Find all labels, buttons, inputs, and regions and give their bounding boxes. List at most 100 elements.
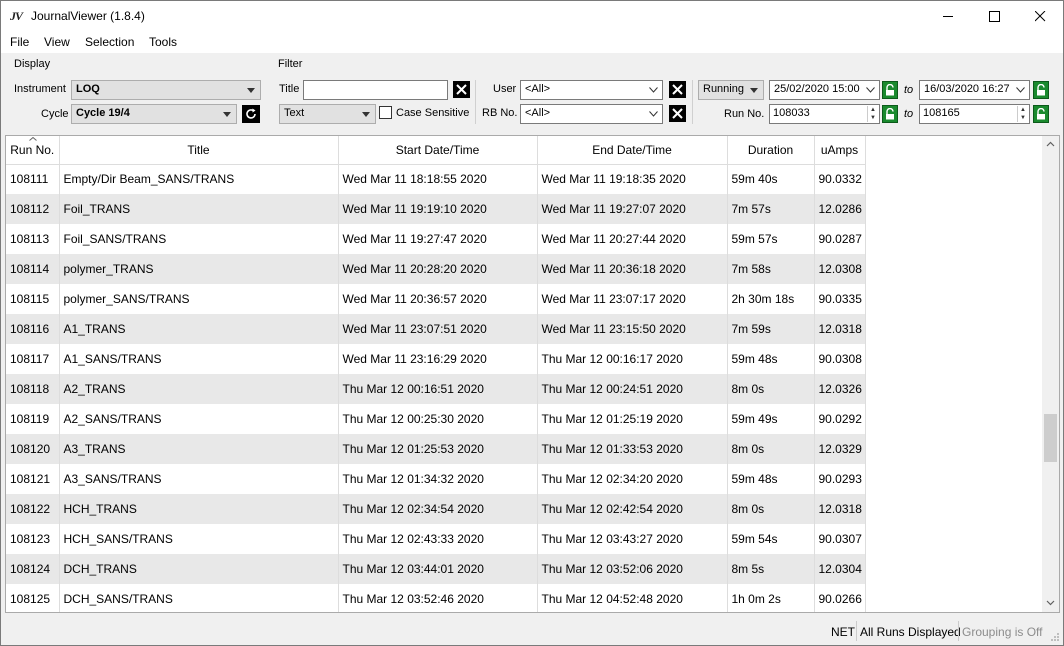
unlock-icon <box>1037 108 1045 120</box>
run-to-spinner[interactable]: ▲ ▼ <box>1017 106 1028 122</box>
clear-title-button[interactable] <box>453 81 470 98</box>
cell-uamps: 90.0308 <box>814 344 866 374</box>
cell-title: HCH_SANS/TRANS <box>59 524 339 554</box>
resize-grip-icon[interactable] <box>1050 632 1060 642</box>
menu-view[interactable]: View <box>44 35 70 49</box>
table-row[interactable]: 108120 A3_TRANS Thu Mar 12 01:25:53 2020 Th… <box>6 434 866 464</box>
menu-selection[interactable]: Selection <box>85 35 134 49</box>
user-label: User <box>493 83 517 95</box>
column-header-end[interactable]: End Date/Time <box>537 136 728 165</box>
cycle-value: Cycle 19/4 <box>76 107 130 119</box>
table-row[interactable]: 108117 A1_SANS/TRANS Wed Mar 11 23:16:29 2… <box>6 344 866 374</box>
cell-run-no: 108113 <box>6 224 60 254</box>
menu-tools[interactable]: Tools <box>149 35 177 49</box>
table-row[interactable]: 108125 DCH_SANS/TRANS Thu Mar 12 03:52:46 … <box>6 584 866 612</box>
run-from-input[interactable]: 108033 ▲ ▼ <box>769 104 880 124</box>
maximize-button[interactable] <box>971 1 1017 31</box>
cell-uamps: 90.0266 <box>814 584 866 612</box>
table-row[interactable]: 108121 A3_SANS/TRANS Thu Mar 12 01:34:32 2… <box>6 464 866 494</box>
cell-run-no: 108121 <box>6 464 60 494</box>
table-row[interactable]: 108118 A2_TRANS Thu Mar 12 00:16:51 2020 Th… <box>6 374 866 404</box>
cycle-select[interactable]: Cycle 19/4 <box>71 104 237 124</box>
scroll-up-icon[interactable] <box>1046 140 1055 149</box>
lock-run-to-button[interactable] <box>1033 105 1049 123</box>
instrument-value: LOQ <box>76 83 100 95</box>
lock-run-from-button[interactable] <box>882 105 898 123</box>
user-select[interactable]: <All> <box>520 80 663 100</box>
date-from-picker[interactable]: 25/02/2020 15:00 <box>769 80 880 100</box>
table-row[interactable]: 108116 A1_TRANS Wed Mar 11 23:07:51 2020 We… <box>6 314 866 344</box>
cell-start: Thu Mar 12 03:52:46 2020 <box>338 584 538 612</box>
main-window: JV JournalViewer (1.8.4) File View Selec… <box>0 0 1064 646</box>
table-row[interactable]: 108114 polymer_TRANS Wed Mar 11 20:28:20 2… <box>6 254 866 284</box>
run-state-value: Running <box>703 83 744 95</box>
status-separator <box>856 621 857 641</box>
title-filter-input[interactable] <box>303 80 448 100</box>
table-row[interactable]: 108115 polymer_SANS/TRANS Wed Mar 11 20:36… <box>6 284 866 314</box>
column-header-label: Run No. <box>10 142 55 157</box>
display-group-label: Display <box>14 58 51 70</box>
cell-start: Thu Mar 12 03:44:01 2020 <box>338 554 538 584</box>
cell-start: Thu Mar 12 02:34:54 2020 <box>338 494 538 524</box>
cell-end: Wed Mar 11 19:27:07 2020 <box>537 194 728 224</box>
cell-uamps: 12.0326 <box>814 374 866 404</box>
vertical-scrollbar[interactable] <box>1042 136 1059 612</box>
table-row[interactable]: 108119 A2_SANS/TRANS Thu Mar 12 00:25:30 2… <box>6 404 866 434</box>
chevron-down-icon <box>1016 87 1025 93</box>
table-row[interactable]: 108123 HCH_SANS/TRANS Thu Mar 12 02:43:33 … <box>6 524 866 554</box>
date-to-picker[interactable]: 16/03/2020 16:27 <box>919 80 1030 100</box>
table-row[interactable]: 108124 DCH_TRANS Thu Mar 12 03:44:01 2020 T… <box>6 554 866 584</box>
column-header-title[interactable]: Title <box>59 136 339 165</box>
cell-run-no: 108116 <box>6 314 60 344</box>
clear-user-button[interactable] <box>669 81 686 98</box>
unlock-icon <box>886 84 894 96</box>
separator <box>475 80 476 124</box>
sort-ascending-icon <box>29 137 37 141</box>
refresh-button[interactable] <box>242 105 260 123</box>
close-button[interactable] <box>1017 1 1063 31</box>
scroll-down-icon[interactable] <box>1046 598 1055 607</box>
run-from-spinner[interactable]: ▲ ▼ <box>867 106 878 122</box>
table-row[interactable]: 108122 HCH_TRANS Thu Mar 12 02:34:54 2020 T… <box>6 494 866 524</box>
cell-title: DCH_SANS/TRANS <box>59 584 339 612</box>
cell-run-no: 108123 <box>6 524 60 554</box>
column-header-uamps[interactable]: uAmps <box>814 136 866 165</box>
cell-end: Thu Mar 12 00:24:51 2020 <box>537 374 728 404</box>
instrument-select[interactable]: LOQ <box>71 80 261 100</box>
lock-date-from-button[interactable] <box>882 81 898 99</box>
runs-table: Run No. Title Start Date/Time End Date/T… <box>6 136 866 612</box>
cell-uamps: 12.0329 <box>814 434 866 464</box>
match-mode-select[interactable]: Text <box>279 104 376 124</box>
minimize-button[interactable] <box>925 1 971 31</box>
cell-end: Thu Mar 12 02:42:54 2020 <box>537 494 728 524</box>
clear-rb-button[interactable] <box>669 105 686 122</box>
cell-uamps: 90.0307 <box>814 524 866 554</box>
match-mode-value: Text <box>284 107 305 119</box>
rb-select[interactable]: <All> <box>520 104 663 124</box>
case-sensitive-checkbox[interactable] <box>379 106 392 119</box>
column-header-duration[interactable]: Duration <box>727 136 815 165</box>
cell-title: A2_TRANS <box>59 374 339 404</box>
cell-duration: 59m 48s <box>727 344 815 374</box>
table-row[interactable]: 108111 Empty/Dir Beam_SANS/TRANS Wed Mar 1… <box>6 164 866 194</box>
cell-end: Wed Mar 11 23:07:17 2020 <box>537 284 728 314</box>
cell-uamps: 90.0292 <box>814 404 866 434</box>
cell-duration: 8m 5s <box>727 554 815 584</box>
menu-bar: File View Selection Tools <box>1 32 1063 53</box>
cell-duration: 8m 0s <box>727 374 815 404</box>
column-header-run-no[interactable]: Run No. <box>6 136 60 165</box>
run-state-select[interactable]: Running <box>698 80 764 100</box>
chevron-down-icon <box>866 87 875 93</box>
cell-duration: 59m 57s <box>727 224 815 254</box>
cell-run-no: 108122 <box>6 494 60 524</box>
scrollbar-thumb[interactable] <box>1044 414 1057 462</box>
cell-start: Wed Mar 11 19:27:47 2020 <box>338 224 538 254</box>
table-row[interactable]: 108112 Foil_TRANS Wed Mar 11 19:19:10 2020… <box>6 194 866 224</box>
lock-date-to-button[interactable] <box>1033 81 1049 99</box>
cell-duration: 8m 0s <box>727 494 815 524</box>
table-row[interactable]: 108113 Foil_SANS/TRANS Wed Mar 11 19:27:47… <box>6 224 866 254</box>
run-to-input[interactable]: 108165 ▲ ▼ <box>919 104 1030 124</box>
cell-run-no: 108118 <box>6 374 60 404</box>
column-header-start[interactable]: Start Date/Time <box>338 136 538 165</box>
menu-file[interactable]: File <box>10 35 29 49</box>
